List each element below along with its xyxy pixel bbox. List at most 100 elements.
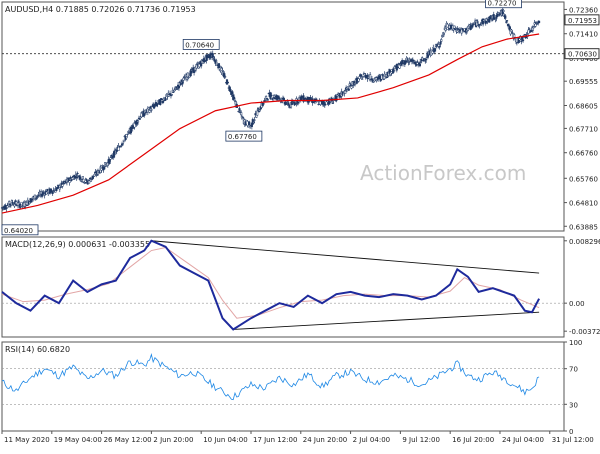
- candle-body: [504, 15, 507, 19]
- annotation-label: 0.64020: [4, 227, 33, 235]
- candle-body: [520, 40, 523, 43]
- x-tick-label: 9 Jul 12:00: [402, 436, 440, 444]
- x-tick-label: 17 Jun 12:00: [253, 436, 297, 444]
- x-tick-label: 24 Jul 04:00: [502, 436, 544, 444]
- candle-body: [184, 78, 187, 81]
- current-price-label: 0.71953: [568, 17, 597, 25]
- candle-body: [425, 58, 428, 61]
- candle-body: [138, 118, 141, 120]
- y-tick-label: 0.69555: [569, 78, 598, 86]
- candle-body: [282, 97, 285, 101]
- candle-body: [112, 151, 116, 158]
- candle-body: [215, 60, 218, 62]
- candle-body: [498, 13, 502, 15]
- candle-body: [226, 81, 229, 84]
- candle-body: [17, 201, 20, 203]
- y-tick-label: 0.72360: [569, 6, 598, 14]
- candle-body: [256, 110, 259, 116]
- candle-body: [217, 63, 221, 68]
- candle-body: [79, 176, 82, 180]
- candle-body: [177, 85, 181, 89]
- candle-body: [432, 47, 435, 49]
- candle-body: [272, 97, 275, 99]
- candle-body: [24, 200, 28, 203]
- candle-body: [440, 39, 443, 42]
- x-tick-label: 2 Jun 20:00: [153, 436, 193, 444]
- candle-body: [385, 74, 388, 77]
- candle-body: [502, 10, 505, 12]
- macd-y-tick-label: 0.008296: [569, 238, 600, 246]
- candle-body: [416, 61, 419, 63]
- candle-body: [224, 76, 227, 78]
- y-tick-label: 0.64810: [569, 200, 598, 208]
- candle-body: [300, 95, 303, 98]
- candle-body: [307, 101, 310, 103]
- candle-body: [122, 139, 125, 142]
- level-price-label: 0.70630: [568, 51, 597, 59]
- candle-body: [159, 99, 162, 105]
- candle-body: [143, 113, 146, 116]
- candle-body: [88, 180, 91, 184]
- candle-body: [257, 107, 260, 109]
- candle-body: [476, 21, 479, 23]
- macd-title: MACD(12,26,9) 0.000631 -0.003355: [5, 240, 150, 249]
- candle-body: [273, 95, 276, 98]
- candle-body: [522, 39, 525, 42]
- candle-body: [201, 59, 204, 61]
- candle-body: [61, 184, 64, 187]
- candle-body: [125, 136, 128, 139]
- candle-body: [434, 48, 437, 52]
- macd-line: [1, 239, 540, 331]
- candle-body: [490, 15, 493, 17]
- watermark-text: ActionForex.com: [360, 161, 526, 185]
- macd-y-tick-label: -0.003725: [569, 328, 600, 336]
- x-tick-label: 10 Jun 04:00: [203, 436, 247, 444]
- candle-body: [393, 70, 396, 72]
- candle-body: [25, 204, 28, 206]
- candle-body: [273, 97, 277, 100]
- y-tick-label: 0.67710: [569, 125, 598, 133]
- candle-body: [431, 50, 434, 54]
- chart-canvas: ActionForex.com AUDUSD,H4 0.71885 0.72026…: [0, 0, 600, 444]
- macd-trend-line: [233, 311, 540, 330]
- candle-body: [172, 91, 175, 93]
- rsi-title: RSI(14) 60.6820: [5, 345, 70, 354]
- candle-body: [418, 63, 421, 67]
- candle-body: [278, 97, 281, 99]
- candle-body: [115, 149, 118, 152]
- candle-body: [257, 111, 261, 113]
- rsi-y-tick-label: 70: [569, 366, 578, 374]
- rsi-line: [1, 353, 540, 401]
- candle-body: [506, 20, 509, 22]
- candle-body: [285, 103, 288, 105]
- chart-root: ActionForex.com AUDUSD,H4 0.71885 0.72026…: [0, 0, 600, 450]
- candle-body: [148, 110, 151, 113]
- candle-body: [258, 109, 261, 112]
- candle-body: [281, 101, 284, 103]
- candle-body: [528, 28, 531, 30]
- candle-body: [253, 119, 256, 121]
- candle-body: [361, 78, 364, 80]
- candle-body: [150, 109, 153, 111]
- candle-body: [121, 143, 124, 145]
- candle-body: [24, 206, 27, 208]
- annotation-label: 0.67760: [228, 133, 257, 141]
- candle-body: [435, 45, 438, 47]
- candle-body: [361, 76, 365, 78]
- candle-body: [478, 25, 481, 27]
- candle-body: [75, 176, 78, 179]
- y-tick-label: 0.65760: [569, 175, 598, 183]
- candle-body: [248, 121, 251, 125]
- x-tick-label: 26 May 12:00: [104, 436, 152, 444]
- candle-body: [473, 23, 476, 25]
- candle-body: [396, 66, 399, 69]
- candle-body: [178, 81, 181, 83]
- candle-body: [120, 145, 123, 147]
- candle-body: [63, 183, 66, 185]
- candle-body: [137, 120, 140, 123]
- candle-body: [347, 88, 350, 91]
- x-tick-label: 16 Jul 20:00: [452, 436, 494, 444]
- candle-body: [11, 201, 14, 204]
- x-tick-label: 2 Jul 04:00: [353, 436, 391, 444]
- candle-body: [129, 126, 132, 134]
